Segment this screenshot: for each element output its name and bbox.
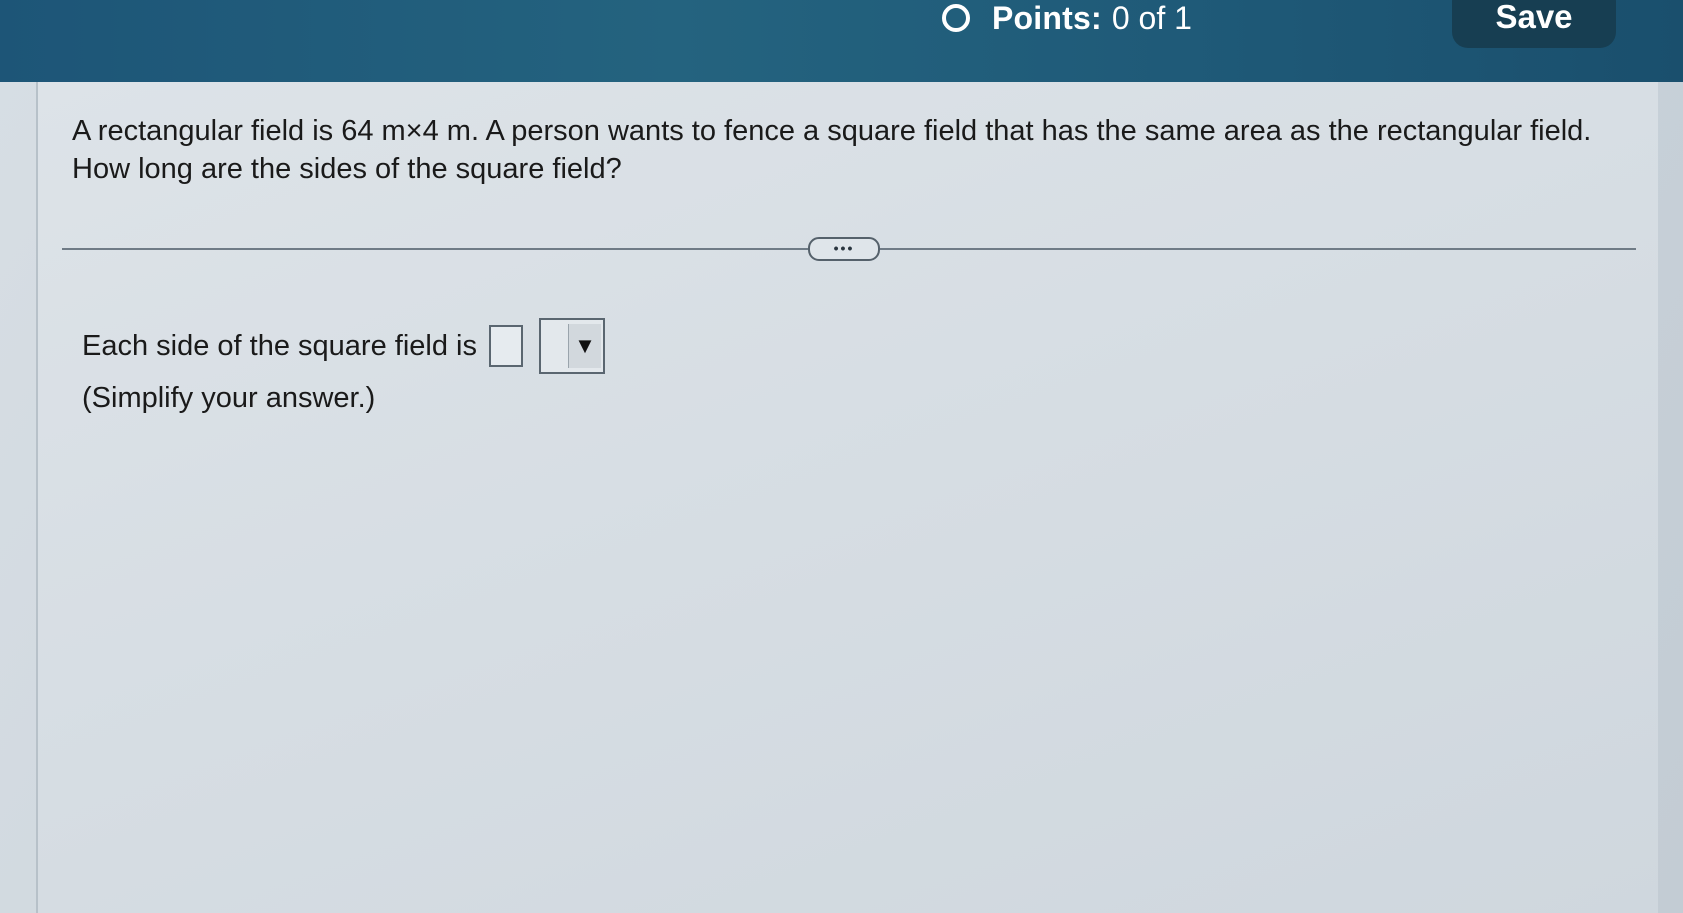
answer-input[interactable] xyxy=(488,325,523,367)
circle-outline-icon xyxy=(942,4,970,32)
answer-prompt: Each side of the square field is xyxy=(82,329,477,362)
simplify-hint: (Simplify your answer.) xyxy=(82,382,376,414)
question-panel: A rectangular field is 64 m×4 m. A perso… xyxy=(36,82,1658,913)
triangle-down-icon[interactable]: ▼ xyxy=(567,324,601,368)
question-text: A rectangular field is 64 m×4 m. A perso… xyxy=(72,115,1592,185)
answer-row: Each side of the square field is ▼ xyxy=(82,318,605,374)
points-value: 0 of 1 xyxy=(1111,0,1192,36)
expand-more-button[interactable]: ••• xyxy=(808,237,880,261)
points-label: Points: xyxy=(992,0,1102,36)
save-button[interactable]: Save xyxy=(1452,0,1616,48)
unit-dropdown[interactable]: ▼ xyxy=(538,318,605,374)
points-indicator: Points: 0 of 1 xyxy=(942,0,1192,36)
screen: Points: 0 of 1 Save A rectangular field … xyxy=(0,0,1683,913)
top-bar: Points: 0 of 1 Save xyxy=(0,0,1683,82)
